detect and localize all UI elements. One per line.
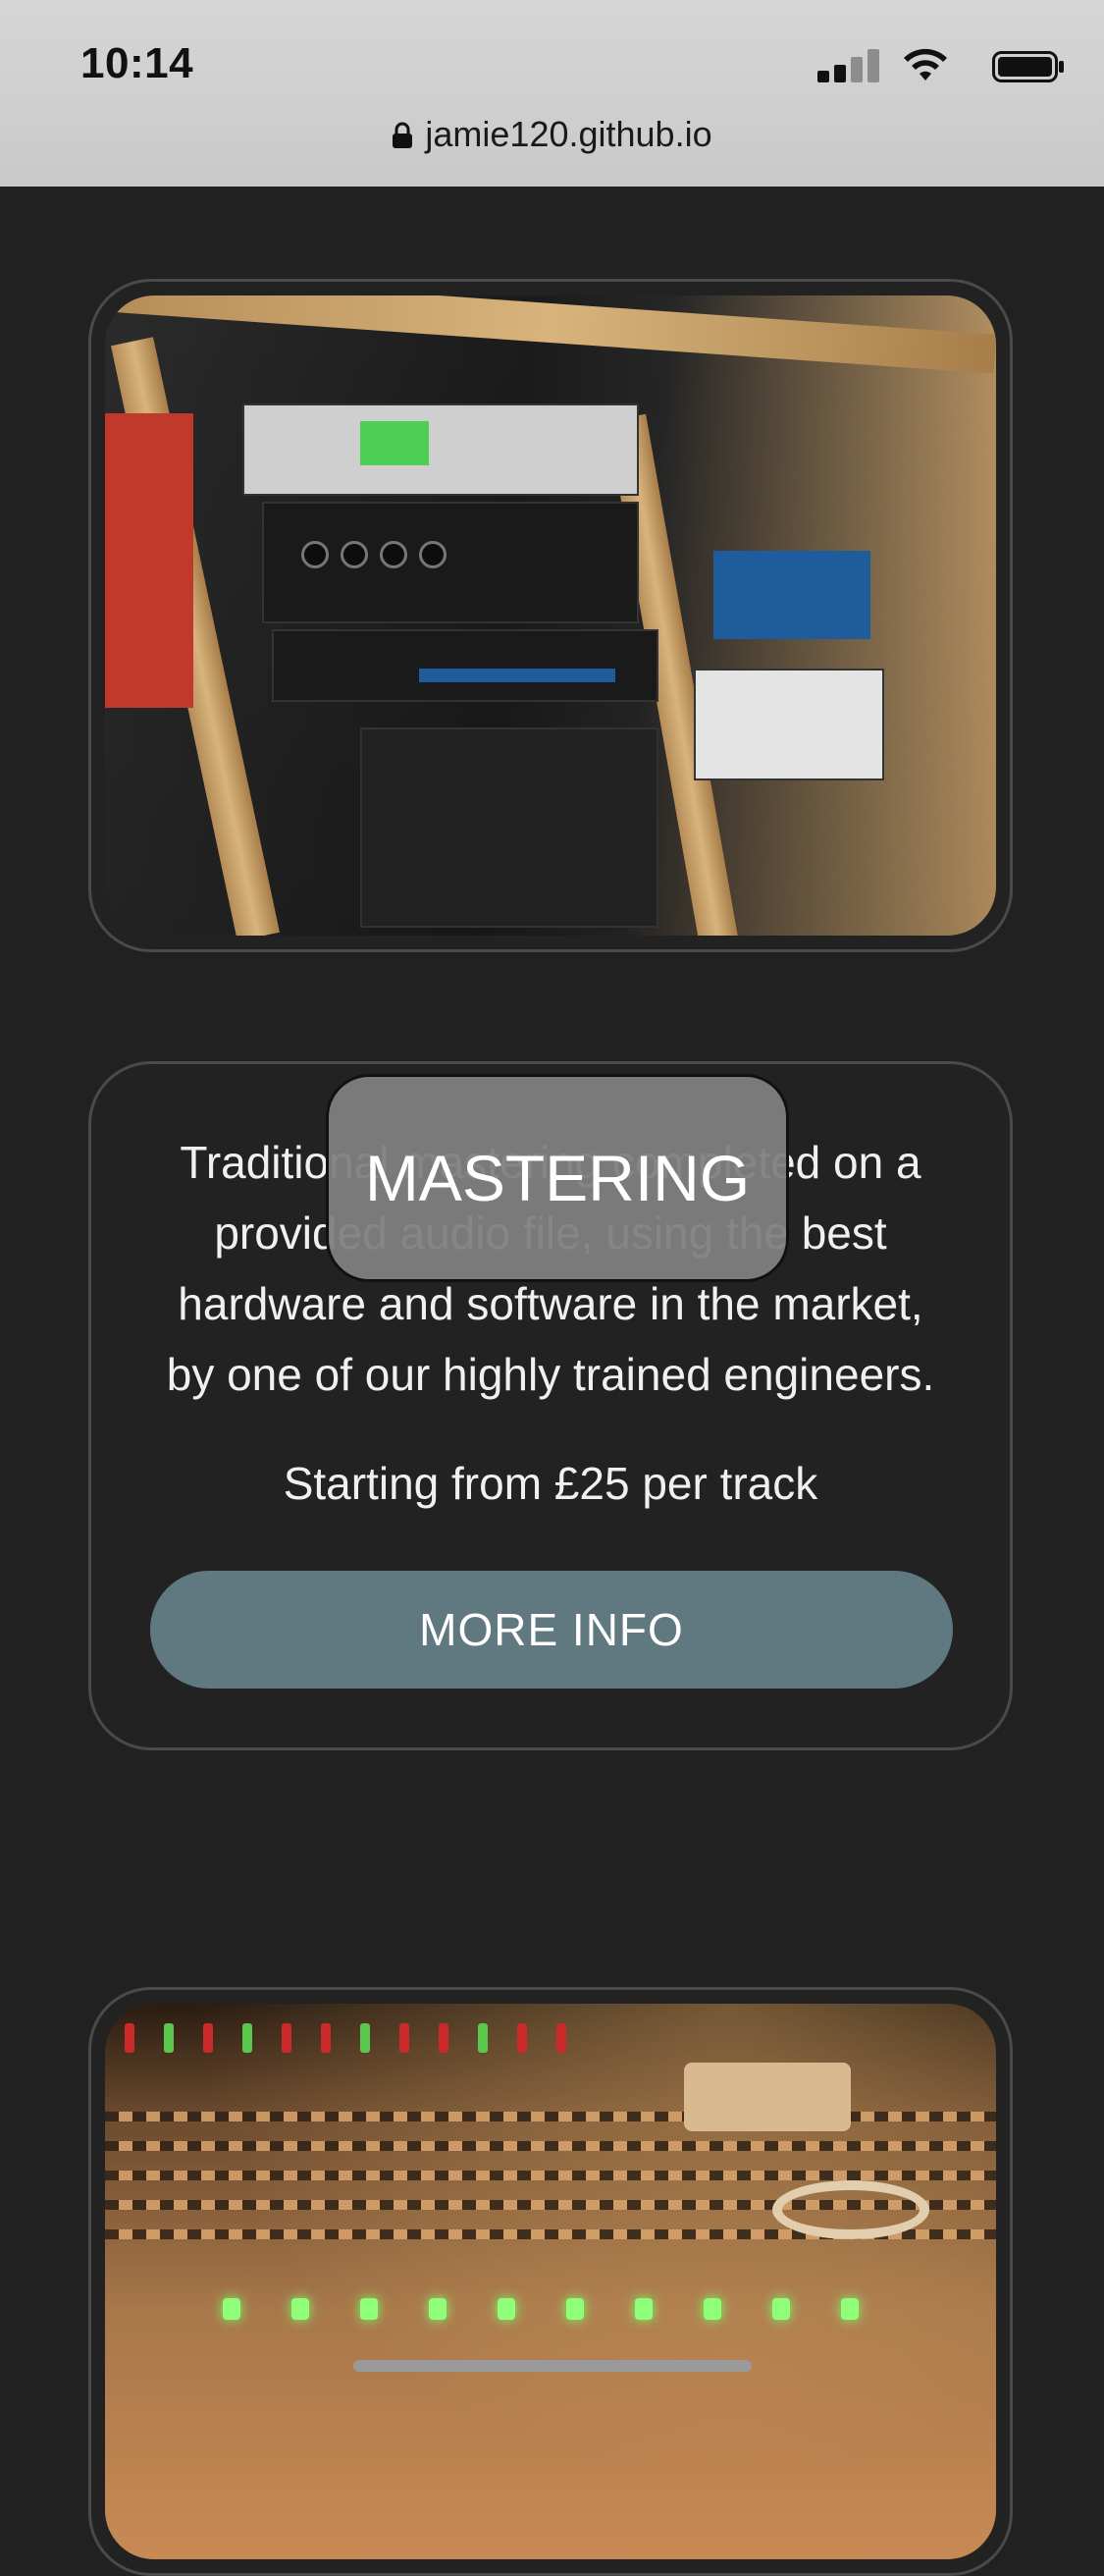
- cellular-signal-icon: [817, 49, 879, 82]
- home-indicator[interactable]: [353, 2360, 752, 2372]
- studio-rack-gear-photo: [105, 295, 996, 936]
- service-price: Starting from £25 per track: [283, 1458, 818, 1509]
- url-text: jamie120.github.io: [425, 114, 712, 154]
- studio-image-card-2: [88, 1987, 1013, 2576]
- battery-icon: [992, 51, 1064, 82]
- mastering-service-card: MASTERING Traditional mastering complete…: [88, 1061, 1013, 1750]
- mixing-console-photo: [105, 2004, 996, 2559]
- url-bar[interactable]: jamie120.github.io: [0, 114, 1104, 163]
- lock-icon: [393, 122, 413, 148]
- studio-image-card: [88, 279, 1013, 952]
- more-info-button[interactable]: MORE INFO: [150, 1571, 953, 1689]
- service-title: MASTERING: [326, 1074, 789, 1282]
- browser-status-bar: 10:14 jamie120.github.io: [0, 0, 1104, 187]
- wifi-icon: [904, 48, 947, 80]
- status-time: 10:14: [80, 39, 194, 87]
